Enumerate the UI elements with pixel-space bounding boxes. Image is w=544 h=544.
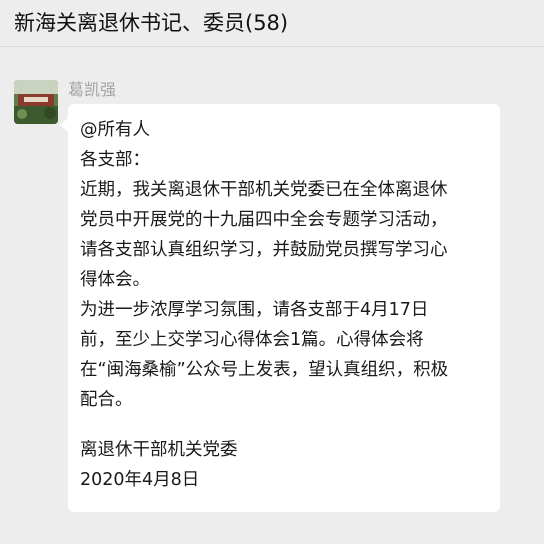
mention-all: @所有人 [80, 120, 150, 140]
message-line: 请各支部认真组织学习，并鼓励党员撰写学习心 [80, 240, 448, 260]
bubble-arrow [60, 118, 68, 132]
message-line: 各支部： [80, 150, 150, 170]
chat-header: 新海关离退休书记、委员(58) [0, 0, 544, 47]
message-line: 前，至少上交学习心得体会1篇。心得体会将 [80, 330, 424, 350]
message-signature: 离退休干部机关党委 [80, 440, 238, 460]
message-line: 为进一步浓厚学习氛围，请各支部于4月17日 [80, 300, 429, 320]
message-line: 党员中开展党的十九届四中全会专题学习活动， [80, 210, 448, 230]
chat-title[interactable]: 新海关离退休书记、委员(58) [14, 8, 288, 38]
message-bubble[interactable]: @所有人 各支部： 近期，我关离退休干部机关党委已在全体离退休 党员中开展党的十… [60, 104, 500, 512]
message-line: 在“闽海桑榆”公众号上发表，望认真组织，积极 [80, 360, 449, 380]
message-line: 近期，我关离退休干部机关党委已在全体离退休 [80, 180, 448, 200]
message-line: 得体会。 [80, 270, 150, 290]
sender-name: 葛凯强 [68, 80, 117, 99]
message-line: 配合。 [80, 390, 133, 410]
chat-area[interactable]: 葛凯强 @所有人 各支部： 近期，我关离退休干部机关党委已在全体离退休 党员中开… [0, 47, 544, 544]
group-photo-avatar-icon[interactable] [14, 80, 58, 124]
message-date: 2020年4月8日 [80, 470, 200, 490]
